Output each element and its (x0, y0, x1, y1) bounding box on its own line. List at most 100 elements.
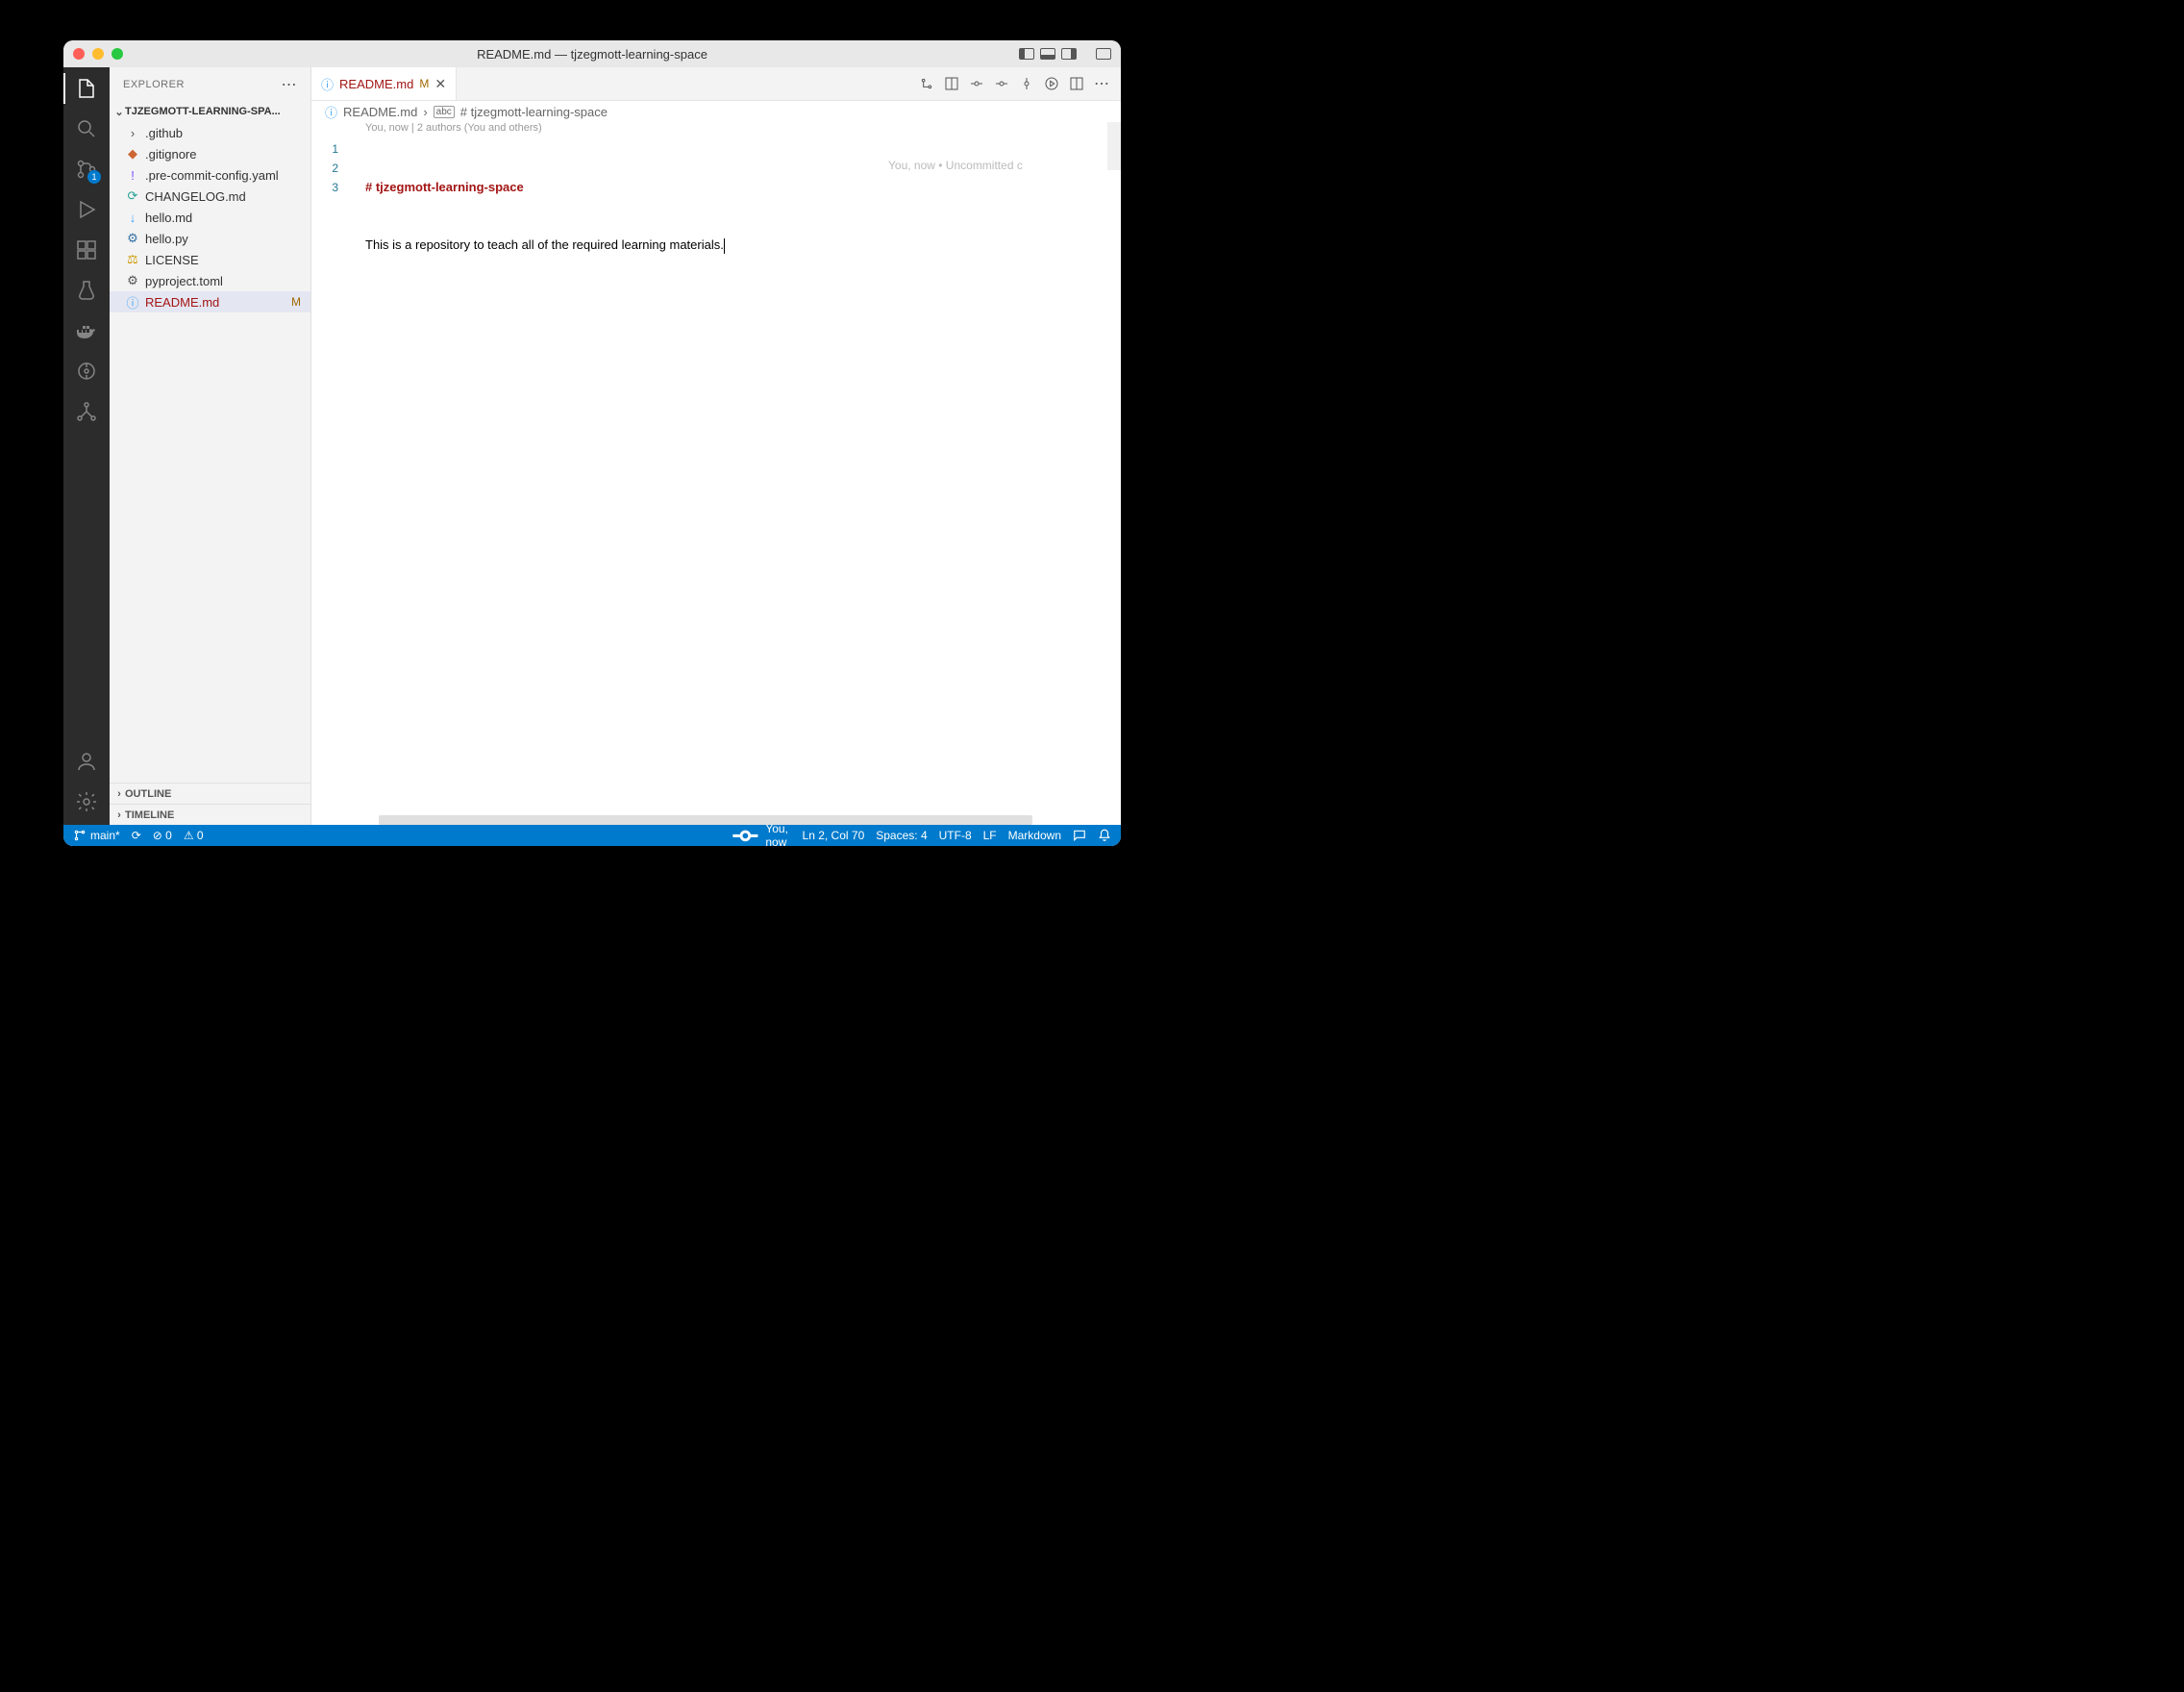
file--gitignore[interactable]: ◆ .gitignore (110, 143, 310, 164)
notifications-icon[interactable] (1098, 829, 1111, 842)
extensions-icon[interactable] (75, 238, 98, 261)
close-window-button[interactable] (73, 48, 85, 60)
file-icon: › (125, 126, 140, 140)
vscode-window: README.md — tjzegmott-learning-space 1 (63, 40, 1121, 846)
timeline-section[interactable]: › TIMELINE (110, 804, 310, 825)
status-bar: main* ⟳ ⊘ 0 ⚠ 0 You, now Ln 2, Col 70 Sp… (63, 825, 1121, 846)
file-icon: ◆ (125, 146, 140, 162)
graph-icon[interactable] (75, 400, 98, 423)
traffic-lights (73, 48, 123, 60)
file-icon: ! (125, 168, 140, 183)
file-label: .pre-commit-config.yaml (145, 168, 279, 183)
errors-count[interactable]: ⊘ 0 (153, 829, 172, 842)
toggle-secondary-sidebar-icon[interactable] (1061, 48, 1077, 60)
source-control-icon[interactable]: 1 (75, 158, 98, 181)
editor-area: ⓘ README.md M ✕ ⋯ ⓘ README (311, 67, 1121, 825)
account-icon[interactable] (75, 750, 98, 773)
customize-layout-icon[interactable] (1096, 48, 1111, 60)
file-label: pyproject.toml (145, 274, 223, 288)
compare-icon[interactable] (919, 76, 934, 91)
more-actions-icon[interactable]: ⋯ (1094, 74, 1109, 93)
file-icon: ⚖ (125, 252, 140, 267)
indentation[interactable]: Spaces: 4 (876, 829, 927, 842)
run-icon[interactable] (1044, 76, 1059, 91)
open-preview-icon[interactable] (944, 76, 959, 91)
tab-filename: README.md (339, 77, 413, 91)
file-icon: ↓ (125, 211, 140, 225)
eol[interactable]: LF (983, 829, 997, 842)
scm-badge: 1 (87, 170, 101, 184)
git-commit-icon[interactable] (969, 76, 984, 91)
chevron-right-icon: › (113, 809, 125, 821)
titlebar: README.md — tjzegmott-learning-space (63, 40, 1121, 67)
git-branch[interactable]: main* (73, 829, 120, 842)
file-icon: ⚙ (125, 273, 140, 288)
docker-icon[interactable] (75, 319, 98, 342)
explorer-icon[interactable] (75, 77, 98, 100)
file-label: LICENSE (145, 253, 199, 267)
editor-actions: ⋯ (919, 67, 1121, 100)
horizontal-scrollbar[interactable] (379, 815, 1032, 825)
tab-modified-indicator: M (419, 77, 429, 90)
breadcrumb[interactable]: ⓘ README.md › abc # tjzegmott-learning-s… (311, 101, 1121, 122)
file-CHANGELOG-md[interactable]: ⟳ CHANGELOG.md (110, 186, 310, 207)
sync-button[interactable]: ⟳ (132, 829, 141, 842)
file-label: hello.md (145, 211, 192, 225)
gitlens-icon[interactable] (75, 360, 98, 383)
file-icon: ⚙ (125, 231, 140, 246)
maximize-window-button[interactable] (112, 48, 123, 60)
encoding[interactable]: UTF-8 (939, 829, 972, 842)
tab-readme[interactable]: ⓘ README.md M ✕ (311, 67, 457, 100)
chevron-down-icon: ⌄ (113, 106, 125, 118)
info-icon: ⓘ (325, 103, 337, 121)
search-icon[interactable] (75, 117, 98, 140)
sidebar-title: EXPLORER ⋯ (110, 67, 310, 101)
file--pre-commit-config-yaml[interactable]: ! .pre-commit-config.yaml (110, 164, 310, 186)
run-debug-icon[interactable] (75, 198, 98, 221)
file-pyproject-toml[interactable]: ⚙ pyproject.toml (110, 270, 310, 291)
codelens-annotation[interactable]: You, now | 2 authors (You and others) (365, 122, 542, 134)
file-icon: ⓘ (125, 293, 140, 311)
file-hello-md[interactable]: ↓ hello.md (110, 207, 310, 228)
minimap[interactable] (1107, 122, 1121, 170)
file-LICENSE[interactable]: ⚖ LICENSE (110, 249, 310, 270)
file--github[interactable]: › .github (110, 122, 310, 143)
file-label: hello.py (145, 232, 188, 246)
project-folder-header[interactable]: ⌄ TJZEGMOTT-LEARNING-SPA... (110, 101, 310, 122)
explorer-sidebar: EXPLORER ⋯ ⌄ TJZEGMOTT-LEARNING-SPA... ›… (110, 67, 311, 825)
breadcrumb-file: README.md (343, 105, 417, 119)
file-label: CHANGELOG.md (145, 189, 246, 204)
sidebar-more-icon[interactable]: ⋯ (282, 75, 298, 94)
git-status-indicator: M (291, 295, 301, 309)
tab-bar: ⓘ README.md M ✕ ⋯ (311, 67, 1121, 101)
chevron-right-icon: › (423, 105, 427, 119)
outline-section[interactable]: › OUTLINE (110, 783, 310, 804)
activity-bar: 1 (63, 67, 110, 825)
heading-icon: abc (434, 106, 455, 118)
split-editor-icon[interactable] (1069, 76, 1084, 91)
file-icon: ⟳ (125, 188, 140, 204)
git-history-icon[interactable] (1019, 76, 1034, 91)
chevron-right-icon: › (113, 788, 125, 800)
breadcrumb-symbol: # tjzegmott-learning-space (460, 105, 608, 119)
toggle-panel-icon[interactable] (1040, 48, 1055, 60)
file-tree: › .github ◆ .gitignore! .pre-commit-config.y… (110, 122, 310, 783)
close-tab-icon[interactable]: ✕ (434, 76, 446, 92)
settings-gear-icon[interactable] (75, 790, 98, 813)
language-mode[interactable]: Markdown (1008, 829, 1061, 842)
file-label: .gitignore (145, 147, 196, 162)
git-blame-inline: You, now • Uncommitted c (888, 159, 1023, 172)
minimize-window-button[interactable] (92, 48, 104, 60)
git-commit-icon-2[interactable] (994, 76, 1009, 91)
toggle-primary-sidebar-icon[interactable] (1019, 48, 1034, 60)
file-hello-py[interactable]: ⚙ hello.py (110, 228, 310, 249)
code-editor[interactable]: You, now | 2 authors (You and others) 12… (311, 122, 1121, 825)
file-README-md[interactable]: ⓘ README.md M (110, 291, 310, 312)
cursor-position[interactable]: Ln 2, Col 70 (803, 829, 865, 842)
code-content: # tjzegmott-learning-space This is a rep… (365, 139, 725, 293)
file-label: README.md (145, 295, 219, 310)
testing-icon[interactable] (75, 279, 98, 302)
feedback-icon[interactable] (1073, 829, 1086, 842)
file-label: .github (145, 126, 183, 140)
warnings-count[interactable]: ⚠ 0 (184, 829, 204, 842)
